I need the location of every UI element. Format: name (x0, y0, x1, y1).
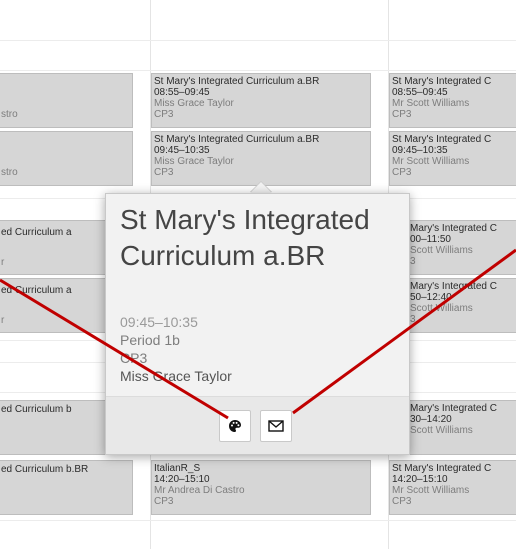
annotation-arrow-envelope (292, 248, 516, 415)
annotation-arrow-palette (0, 278, 229, 420)
annotation-arrows (0, 248, 516, 420)
